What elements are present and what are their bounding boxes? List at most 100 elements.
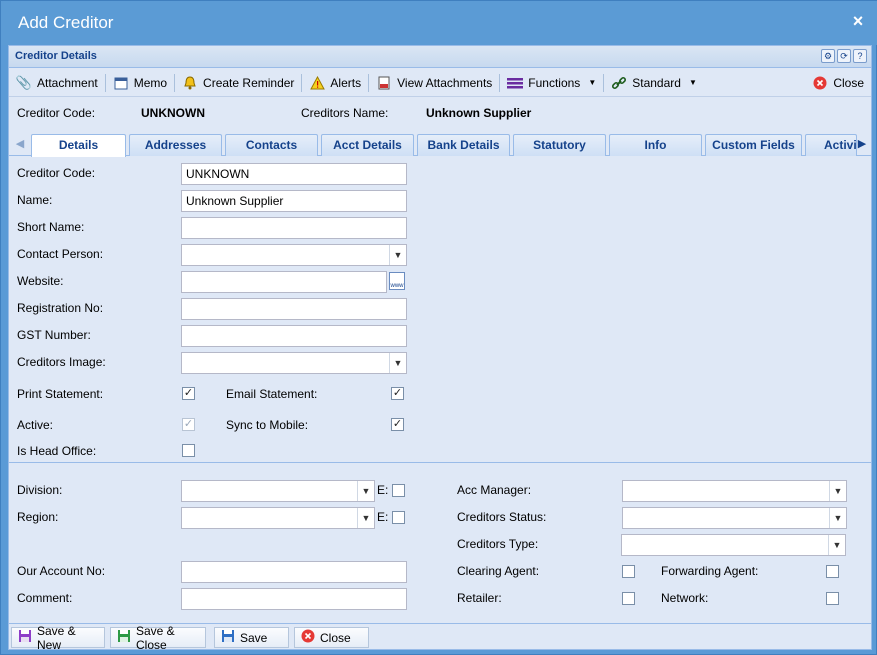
chevron-down-icon[interactable]: ▼ [829, 481, 846, 501]
close-circle-icon [812, 75, 828, 91]
division-combo[interactable]: ▼ [181, 480, 375, 502]
toolbar-close-button[interactable]: Close [805, 72, 871, 94]
memo-label: Memo [133, 75, 168, 90]
region-combo[interactable]: ▼ [181, 507, 375, 529]
www-icon[interactable]: www [389, 272, 405, 290]
tab-scroll-left-icon[interactable]: ◀ [11, 134, 29, 154]
contact-person-label: Contact Person: [17, 247, 104, 261]
is-head-office-checkbox[interactable] [182, 444, 195, 457]
tab-activities[interactable]: Activi [805, 134, 857, 156]
creditors-status-label: Creditors Status: [457, 510, 547, 524]
chevron-down-icon[interactable]: ▼ [828, 535, 845, 555]
creditor-code-field[interactable]: UNKNOWN [181, 163, 407, 185]
gst-number-field[interactable] [181, 325, 407, 347]
list-icon [507, 75, 524, 91]
close-icon[interactable]: × [850, 12, 866, 30]
creditors-image-label: Creditors Image: [17, 355, 106, 369]
tab-custom-fields[interactable]: Custom Fields [705, 134, 802, 156]
forwarding-agent-checkbox[interactable] [826, 565, 839, 578]
clearing-agent-label: Clearing Agent: [457, 564, 540, 578]
sync-to-mobile-checkbox[interactable]: ✓ [391, 418, 404, 431]
website-field[interactable] [181, 271, 387, 293]
creditors-status-combo[interactable]: ▼ [622, 507, 847, 529]
create-reminder-button[interactable]: Create Reminder [175, 72, 301, 94]
tab-scroll-right-icon[interactable]: ▶ [853, 134, 871, 154]
tab-details[interactable]: Details [31, 134, 126, 157]
save-icon [221, 629, 235, 646]
tab-acct-details[interactable]: Acct Details [321, 134, 414, 156]
clearing-agent-checkbox[interactable] [622, 565, 635, 578]
gear-icon[interactable]: ⚙ [821, 49, 835, 63]
comment-label: Comment: [17, 591, 73, 605]
footer-close-button[interactable]: Close [294, 627, 369, 648]
view-attachments-button[interactable]: View Attachments [369, 72, 499, 94]
our-account-no-label: Our Account No: [17, 564, 106, 578]
save-button[interactable]: Save [214, 627, 289, 648]
contact-person-combo[interactable]: ▼ [181, 244, 407, 266]
chevron-down-icon[interactable]: ▼ [357, 481, 374, 501]
close-circle-icon [301, 629, 315, 646]
view-attachments-label: View Attachments [397, 75, 493, 90]
network-checkbox[interactable] [826, 592, 839, 605]
creditors-image-combo[interactable]: ▼ [181, 352, 407, 374]
summary-name-label: Creditors Name: [301, 106, 389, 120]
acc-manager-label: Acc Manager: [457, 483, 532, 497]
document-icon [376, 75, 392, 91]
memo-button[interactable]: Memo [106, 72, 174, 94]
retailer-checkbox[interactable] [622, 592, 635, 605]
refresh-icon[interactable]: ⟳ [837, 49, 851, 63]
title-bar[interactable]: Add Creditor × [1, 1, 877, 45]
comment-field[interactable] [181, 588, 407, 610]
gst-number-label: GST Number: [17, 328, 91, 342]
chevron-down-icon[interactable]: ▼ [357, 508, 374, 528]
functions-label: Functions [528, 75, 581, 90]
division-e-label: E: [377, 483, 389, 497]
alerts-button[interactable]: Alerts [302, 72, 368, 94]
caret-down-icon: ▼ [688, 78, 697, 87]
chevron-down-icon[interactable]: ▼ [389, 353, 406, 373]
creditors-type-label: Creditors Type: [457, 537, 539, 551]
save-new-button[interactable]: Save & New [11, 624, 105, 652]
is-head-office-label: Is Head Office: [17, 444, 97, 458]
chevron-down-icon[interactable]: ▼ [389, 245, 406, 265]
forwarding-agent-label: Forwarding Agent: [661, 564, 759, 578]
email-statement-checkbox[interactable]: ✓ [391, 387, 404, 400]
tab-addresses[interactable]: Addresses [129, 134, 222, 156]
short-name-field[interactable] [181, 217, 407, 239]
footer-toolbar: Save & New Save & Close Save Close [9, 623, 871, 652]
attachment-label: Attachment [37, 75, 98, 90]
creditor-code-label: Creditor Code: [17, 166, 96, 180]
name-field[interactable]: Unknown Supplier [181, 190, 407, 212]
active-label: Active: [17, 418, 54, 432]
bell-icon [182, 75, 198, 91]
region-e-checkbox[interactable] [392, 511, 405, 524]
tab-info[interactable]: Info [609, 134, 702, 156]
standard-menu-button[interactable]: Standard ▼ [604, 72, 704, 94]
print-statement-label: Print Statement: [17, 387, 104, 401]
window-title: Add Creditor [18, 13, 114, 32]
tab-bank-details[interactable]: Bank Details [417, 134, 510, 156]
creditors-type-combo[interactable]: ▼ [621, 534, 846, 556]
tab-statutory[interactable]: Statutory [513, 134, 606, 156]
division-e-checkbox[interactable] [392, 484, 405, 497]
registration-no-label: Registration No: [17, 301, 104, 315]
summary-name-value: Unknown Supplier [426, 106, 532, 120]
chevron-down-icon[interactable]: ▼ [829, 508, 846, 528]
tab-contacts[interactable]: Contacts [225, 134, 318, 156]
save-icon [117, 629, 131, 646]
acc-manager-combo[interactable]: ▼ [622, 480, 847, 502]
summary-code-label: Creditor Code: [17, 106, 96, 120]
help-icon[interactable]: ? [853, 49, 867, 63]
our-account-no-field[interactable] [181, 561, 407, 583]
footer-close-label: Close [320, 630, 351, 645]
tab-strip: ◀ Details Addresses Contacts Acct Detail… [9, 132, 871, 157]
toolbar: 📎 Attachment Memo Create Reminder Alerts… [9, 69, 871, 97]
functions-menu-button[interactable]: Functions ▼ [500, 72, 603, 94]
save-close-button[interactable]: Save & Close [110, 624, 206, 652]
short-name-label: Short Name: [17, 220, 85, 234]
registration-no-field[interactable] [181, 298, 407, 320]
details-form: Creditor Code: UNKNOWN Name: Unknown Sup… [9, 157, 871, 617]
attachment-button[interactable]: 📎 Attachment [9, 72, 105, 94]
creditor-details-panel: Creditor Details ⚙ ⟳ ? 📎 Attachment Memo [8, 45, 872, 652]
print-statement-checkbox[interactable]: ✓ [182, 387, 195, 400]
